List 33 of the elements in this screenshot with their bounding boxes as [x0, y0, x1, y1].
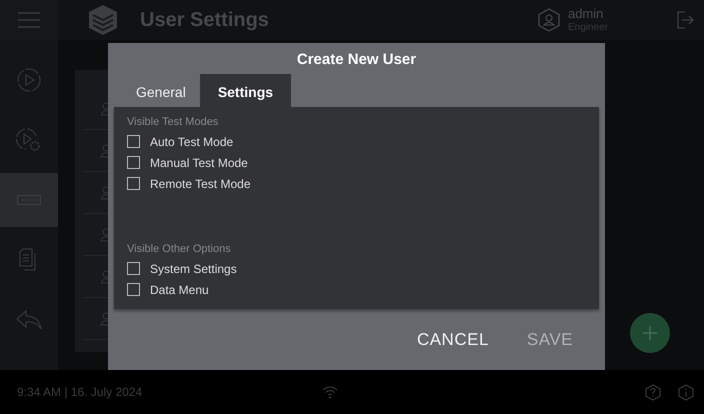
- logout-icon[interactable]: [676, 11, 694, 29]
- section-heading: Visible Test Modes: [127, 116, 220, 128]
- info-icon[interactable]: [678, 384, 694, 400]
- dialog-title: Create New User: [296, 50, 418, 70]
- checkbox-label: Auto Test Mode: [150, 134, 234, 148]
- checkbox[interactable]: [127, 283, 140, 296]
- checkbox[interactable]: [127, 135, 140, 148]
- checkbox[interactable]: [127, 177, 140, 190]
- checkbox-label: Data Menu: [150, 282, 209, 296]
- checkbox-label: Manual Test Mode: [150, 156, 248, 170]
- plus-icon: [643, 326, 657, 340]
- back-arrow-icon: [16, 310, 42, 330]
- play-icon: [17, 68, 41, 92]
- help-icon[interactable]: [645, 384, 661, 400]
- wifi-icon: [322, 385, 338, 399]
- sidebar-item[interactable]: [0, 173, 58, 227]
- menu-icon: [18, 12, 40, 28]
- checkbox[interactable]: [127, 262, 140, 275]
- checkbox[interactable]: [127, 156, 140, 169]
- dialog-button[interactable]: CANCEL: [410, 326, 495, 354]
- tab[interactable]: General: [122, 74, 200, 107]
- menu-button[interactable]: [0, 0, 58, 40]
- checkbox-label: System Settings: [150, 262, 237, 276]
- user-name: admin: [568, 7, 604, 22]
- section-heading: Visible Other Options: [127, 243, 232, 255]
- cube-logo-icon: [88, 4, 118, 36]
- play-gear-icon: [16, 127, 42, 153]
- page-title: User Settings: [140, 8, 269, 32]
- add-button[interactable]: [630, 313, 670, 353]
- date-time: 9:34 AM | 16. July 2024: [17, 385, 142, 399]
- user-avatar-icon: [538, 8, 560, 32]
- tab[interactable]: Settings: [200, 74, 292, 107]
- checkbox-label: Remote Test Mode: [150, 176, 250, 190]
